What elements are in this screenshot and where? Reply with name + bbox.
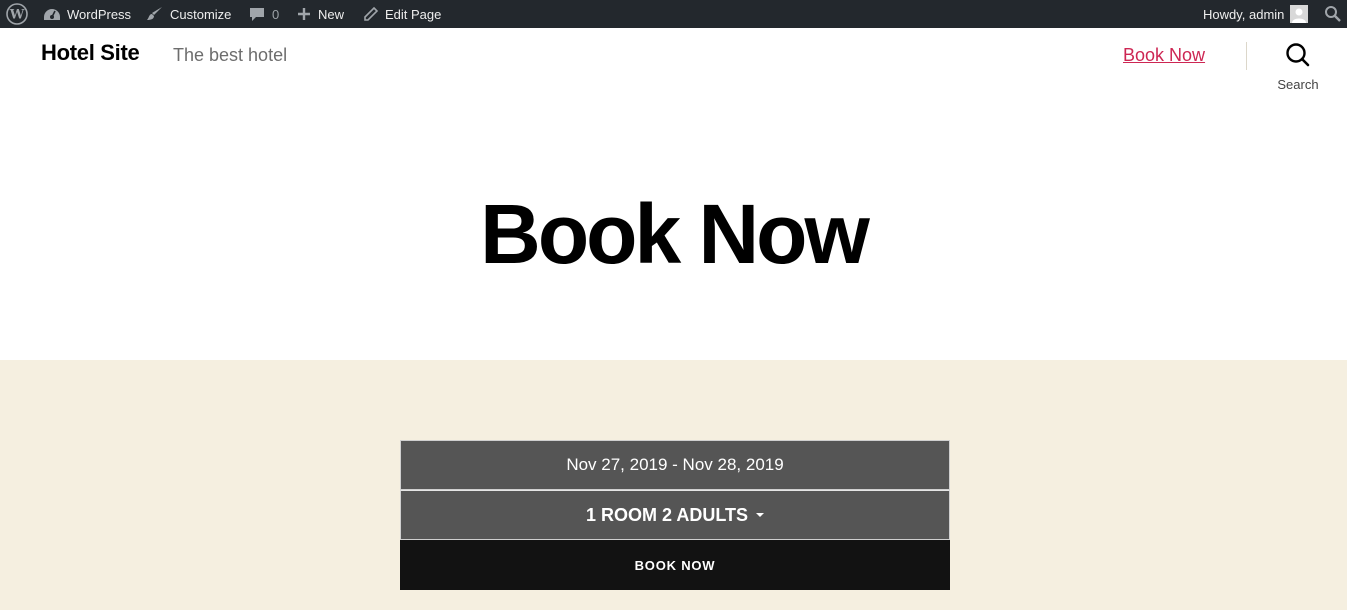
site-title[interactable]: Hotel Site — [41, 40, 140, 66]
brush-icon — [146, 5, 164, 23]
site-tagline: The best hotel — [173, 45, 288, 65]
new-content-menu[interactable]: New — [296, 0, 344, 28]
wordpress-link: WordPress — [67, 6, 132, 22]
pencil-icon — [363, 6, 379, 22]
search-toggle-button[interactable]: Search — [1268, 42, 1328, 92]
svg-text:W: W — [9, 8, 25, 23]
wordpress-logo-icon: W — [6, 3, 28, 25]
comment-icon — [248, 5, 266, 23]
admin-bar: W WordPress Customize 0 New Edit Page Ho… — [0, 0, 1347, 28]
customize-link[interactable]: Customize — [146, 0, 231, 28]
caret-down-icon — [756, 513, 764, 517]
comments-count: 0 — [272, 6, 280, 22]
search-icon — [1324, 5, 1342, 23]
edit-page-link[interactable]: Edit Page — [363, 0, 441, 28]
plus-icon — [296, 6, 312, 22]
book-now-button-label: BOOK NOW — [634, 557, 716, 573]
search-toggle-label: Search — [1277, 77, 1319, 92]
customize-label: Customize — [170, 6, 232, 22]
dashboard-icon — [43, 5, 61, 23]
search-icon — [1285, 42, 1311, 73]
guests-value: 1 ROOM 2 ADULTS — [585, 504, 748, 525]
wp-logo-menu[interactable]: W — [6, 0, 28, 28]
book-now-button[interactable]: BOOK NOW — [400, 540, 950, 590]
edit-page-label: Edit Page — [385, 6, 442, 22]
nav-book-now-link[interactable]: Book Now — [1123, 45, 1205, 66]
my-account-menu[interactable]: Howdy, admin — [1203, 0, 1309, 28]
page-title: Book Now — [480, 187, 870, 281]
adminbar-search[interactable] — [1324, 0, 1342, 28]
avatar — [1290, 5, 1309, 23]
booking-form: Nov 27, 2019 - Nov 28, 2019 1 ROOM 2 ADU… — [400, 440, 950, 590]
guests-dropdown[interactable]: 1 ROOM 2 ADULTS — [400, 490, 950, 540]
new-label: New — [318, 6, 345, 22]
comments-link[interactable]: 0 — [248, 0, 279, 28]
howdy-label: Howdy, admin — [1203, 6, 1285, 22]
site-name-menu[interactable]: WordPress — [43, 0, 131, 28]
date-range-field[interactable]: Nov 27, 2019 - Nov 28, 2019 — [400, 440, 950, 490]
date-range-value: Nov 27, 2019 - Nov 28, 2019 — [566, 455, 784, 474]
header-divider — [1246, 42, 1247, 70]
